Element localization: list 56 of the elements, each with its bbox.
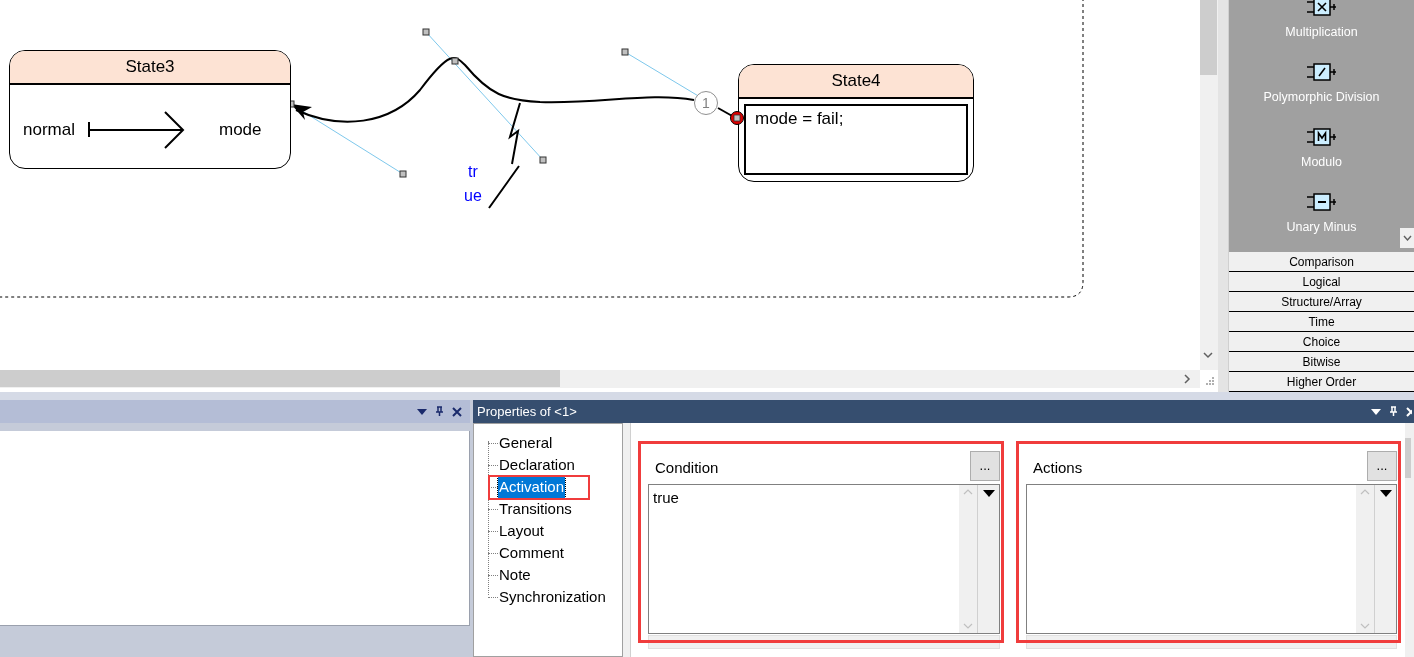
- state-node[interactable]: State3 normal mode: [9, 50, 291, 169]
- code-editor[interactable]: true: [648, 484, 1000, 634]
- tree-item[interactable]: Synchronization: [498, 585, 607, 609]
- control-handle[interactable]: [451, 57, 459, 65]
- condition-label: tr: [468, 162, 478, 182]
- modulo-block-icon[interactable]: [1305, 125, 1338, 149]
- chevron-down-icon: [1402, 235, 1412, 241]
- state-node[interactable]: State4 mode = fail;: [738, 64, 974, 182]
- scroll-down-icon[interactable]: [1203, 351, 1213, 359]
- category-tab[interactable]: Bitwise: [1229, 352, 1414, 372]
- tree-item[interactable]: Declaration: [498, 453, 576, 477]
- vertical-scrollbar[interactable]: [1200, 0, 1218, 370]
- tree-item[interactable]: Activation: [498, 475, 566, 499]
- dropdown-icon[interactable]: [417, 407, 427, 416]
- pin-icon[interactable]: [435, 406, 444, 417]
- action-block[interactable]: mode = fail;: [744, 104, 968, 175]
- scroll-right-icon[interactable]: [1183, 374, 1191, 384]
- control-handle[interactable]: [539, 156, 547, 164]
- section-label: Condition: [654, 457, 719, 478]
- action-text: mode = fail;: [755, 109, 844, 128]
- state-title: State4: [831, 70, 881, 93]
- signal-label: mode: [218, 118, 262, 141]
- state-title: State3: [125, 56, 175, 79]
- connection-point[interactable]: [730, 111, 744, 125]
- tree-item[interactable]: Note: [498, 563, 532, 587]
- editor-text: true: [653, 489, 679, 506]
- ellipsis-button[interactable]: ...: [1367, 451, 1397, 481]
- condition-label: ue: [464, 186, 482, 206]
- category-tab[interactable]: Time: [1229, 312, 1414, 332]
- divide-block-icon[interactable]: [1305, 60, 1338, 84]
- tree-item[interactable]: Comment: [498, 541, 566, 565]
- priority-badge: 1: [694, 91, 718, 115]
- category-tab[interactable]: Higher Order: [1229, 372, 1414, 392]
- category-tab[interactable]: Choice: [1229, 332, 1414, 352]
- control-handle[interactable]: [422, 28, 430, 36]
- panel-title: Properties of <1>: [477, 402, 578, 421]
- dropdown-icon[interactable]: [982, 490, 995, 497]
- control-handle[interactable]: [621, 48, 629, 56]
- multiply-block-icon[interactable]: [1305, 0, 1338, 19]
- section-label: Actions: [1032, 457, 1083, 478]
- scroll-down-button[interactable]: [1400, 228, 1414, 248]
- resize-grip-icon[interactable]: [1205, 376, 1215, 386]
- tree-item[interactable]: Transitions: [498, 497, 573, 521]
- tree-item[interactable]: Layout: [498, 519, 546, 543]
- control-handle[interactable]: [399, 170, 407, 178]
- signal-label: normal: [23, 118, 75, 141]
- category-tab[interactable]: Logical: [1229, 272, 1414, 292]
- dropdown-icon[interactable]: [1371, 407, 1381, 416]
- category-tab[interactable]: Comparison: [1229, 252, 1414, 272]
- ellipsis-button[interactable]: ...: [970, 451, 1000, 481]
- minus-block-icon[interactable]: [1305, 190, 1338, 214]
- category-tab[interactable]: Structure/Array: [1229, 292, 1414, 312]
- dropdown-icon[interactable]: [1379, 490, 1392, 497]
- horizontal-scrollbar[interactable]: [0, 370, 1200, 388]
- close-icon[interactable]: [452, 406, 462, 417]
- tree-item[interactable]: General: [498, 431, 554, 455]
